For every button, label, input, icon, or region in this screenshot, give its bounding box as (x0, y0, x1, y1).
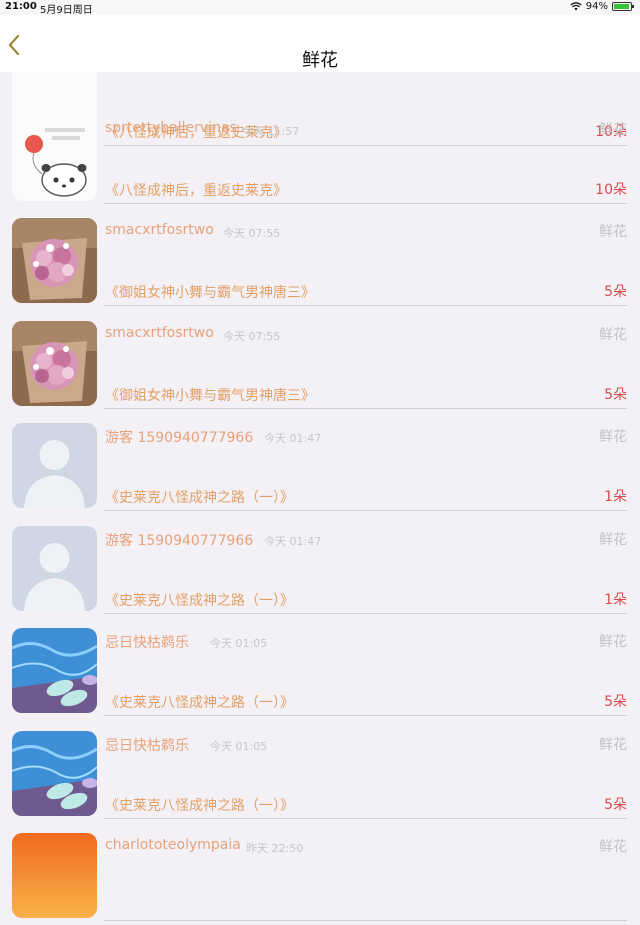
book-title-link[interactable]: 《御姐女神小舞与霸气男神唐三》 (105, 282, 315, 302)
avatar[interactable] (12, 423, 97, 508)
list-item[interactable]: 游客 1590940777966 今天 01:47 鲜花 《史莱克八怪成神之路（… (0, 413, 640, 515)
row-divider (104, 613, 627, 614)
row-divider (104, 510, 627, 511)
user-name[interactable]: smacxrtfosrtwo (105, 222, 214, 238)
wifi-icon (570, 2, 582, 11)
gift-type-label: 鲜花 (599, 122, 627, 138)
gift-type-label: 鲜花 (599, 634, 627, 650)
row-divider (104, 920, 627, 921)
book-title-link[interactable]: 《史莱克八怪成神之路（一）》 (105, 590, 294, 610)
gift-time: 今天 07:55 (223, 330, 281, 343)
flower-count: 1朵 (604, 489, 627, 505)
row-divider (104, 203, 627, 204)
user-name[interactable]: 忌日快枯鹈乐 (105, 735, 189, 755)
gift-time: 今天 01:47 (264, 432, 322, 445)
status-bar: 21:00 5月9日周日 94% (0, 0, 640, 16)
book-title-link[interactable]: 《史莱克八怪成神之路（一）》 (105, 692, 294, 712)
flower-count: 5朵 (604, 797, 627, 813)
navigation-bar: 鲜花 (0, 15, 640, 72)
list-item[interactable]: charlototeolympaia 昨天 22:50 鲜花 (0, 823, 640, 925)
status-time: 21:00 (5, 1, 37, 12)
user-name[interactable]: smacxrtfosrtwo (105, 325, 214, 341)
flower-count: 5朵 (604, 694, 627, 710)
user-name[interactable]: 游客 1590940777966 (105, 427, 253, 447)
battery-icon (612, 2, 634, 11)
user-name[interactable]: 忌日快枯鹈乐 (105, 632, 189, 652)
avatar[interactable] (12, 321, 97, 406)
list-item[interactable]: smacxrtfosrtwo 今天 07:55 鲜花 《御姐女神小舞与霸气男神唐… (0, 208, 640, 310)
gift-type-label: 鲜花 (599, 224, 627, 240)
row-divider (104, 715, 627, 716)
gift-time: 昨天 22:50 (246, 842, 304, 855)
gift-time: 今天 01:05 (210, 637, 268, 650)
gift-time: 今天 11:57 (242, 125, 300, 138)
avatar[interactable] (12, 628, 97, 713)
book-title-link[interactable]: 《八怪成神后，重返史莱克》 (105, 180, 287, 200)
avatar[interactable] (12, 526, 97, 611)
book-title-link[interactable]: 《御姐女神小舞与霸气男神唐三》 (105, 385, 315, 405)
gift-time: 今天 01:47 (264, 535, 322, 548)
flower-count: 10朵 (595, 182, 627, 198)
gift-time: 今天 07:55 (223, 227, 281, 240)
row-divider (104, 818, 627, 819)
page-title: 鲜花 (302, 50, 338, 71)
user-name[interactable]: charlototeolympaia (105, 837, 241, 853)
row-divider (104, 305, 627, 306)
user-name[interactable]: 游客 1590940777966 (105, 530, 253, 550)
gift-type-label: 鲜花 (599, 532, 627, 548)
avatar[interactable] (12, 116, 97, 201)
status-date: 5月9日周日 (40, 5, 93, 16)
avatar[interactable] (12, 833, 97, 918)
gift-type-label: 鲜花 (599, 737, 627, 753)
row-divider (104, 408, 627, 409)
avatar[interactable] (12, 218, 97, 303)
book-title-link[interactable]: 《史莱克八怪成神之路（一）》 (105, 487, 294, 507)
flower-count: 1朵 (604, 592, 627, 608)
battery-percent: 94% (585, 1, 608, 12)
list-item[interactable]: 游客 1590940777966 今天 01:47 鲜花 《史莱克八怪成神之路（… (0, 516, 640, 618)
gift-type-label: 鲜花 (599, 327, 627, 343)
book-title-link[interactable]: 《史莱克八怪成神之路（一）》 (105, 795, 294, 815)
list-item[interactable]: smacxrtfosrtwo 今天 07:55 鲜花 《御姐女神小舞与霸气男神唐… (0, 311, 640, 413)
gift-time: 今天 01:05 (210, 740, 268, 753)
avatar[interactable] (12, 731, 97, 816)
gift-type-label: 鲜花 (599, 839, 627, 855)
list-item[interactable]: 忌日快枯鹈乐 今天 01:05 鲜花 《史莱克八怪成神之路（一）》 5朵 (0, 721, 640, 823)
flower-count: 5朵 (604, 387, 627, 403)
list-item[interactable]: sprtettyballervinas 今天 11:57 鲜花 《八怪成神后，重… (0, 106, 640, 208)
list-item[interactable]: 忌日快枯鹈乐 今天 01:05 鲜花 《史莱克八怪成神之路（一）》 5朵 (0, 618, 640, 720)
flower-count: 5朵 (604, 284, 627, 300)
gift-type-label: 鲜花 (599, 429, 627, 445)
user-name[interactable]: sprtettyballervinas (105, 120, 237, 136)
